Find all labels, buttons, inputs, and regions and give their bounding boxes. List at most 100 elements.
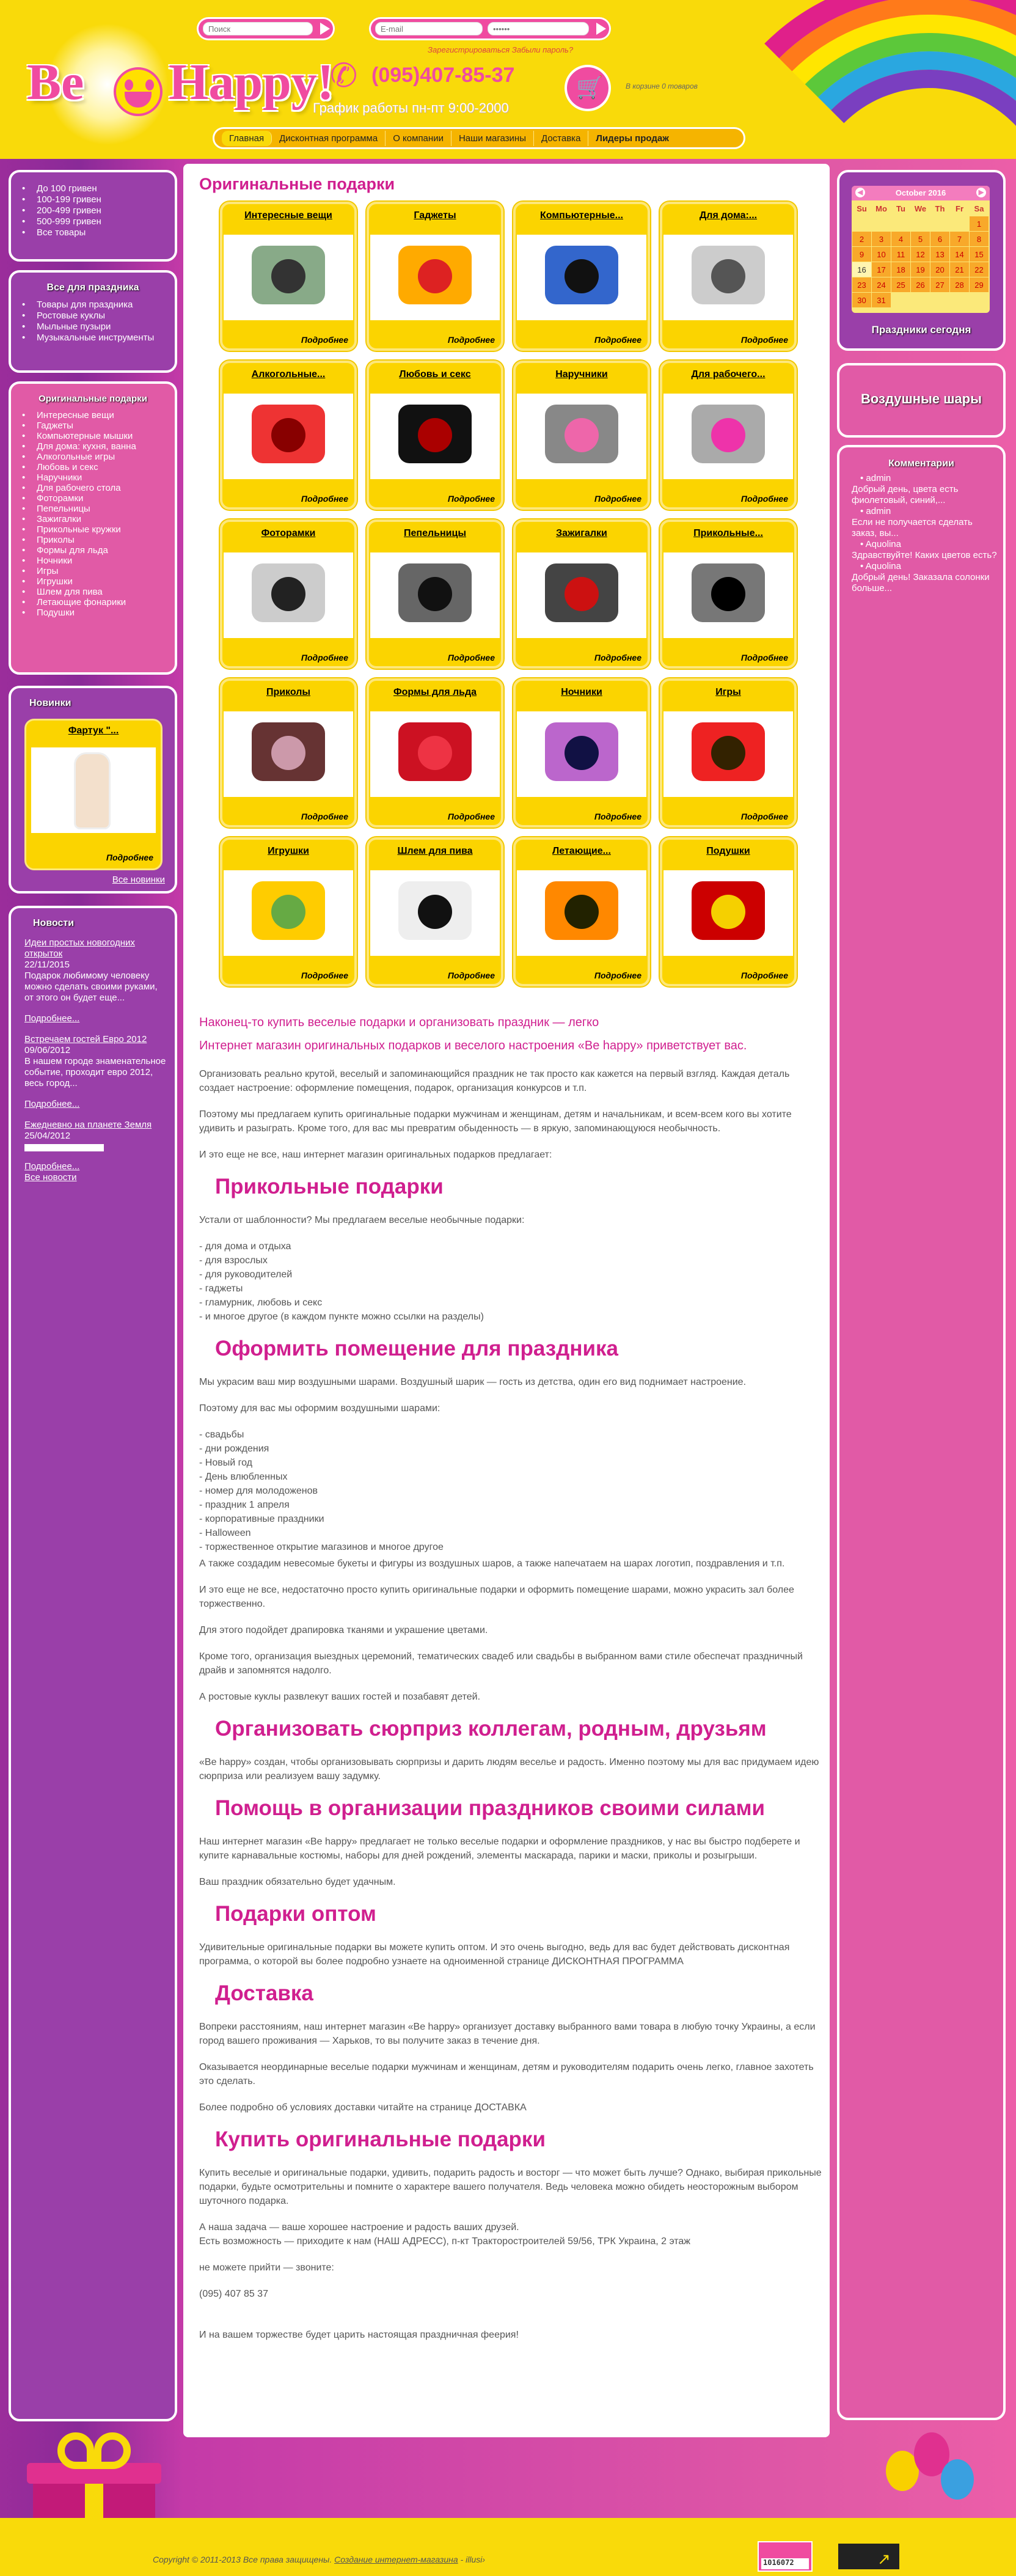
novelty-card[interactable]: Фартук "... Подробнее — [24, 719, 163, 870]
gift-category-link[interactable]: Игрушки — [17, 576, 169, 587]
gift-category-link[interactable]: Фоторамки — [17, 493, 169, 504]
email-field[interactable] — [375, 22, 483, 35]
gift-category-link[interactable]: Приколы — [17, 535, 169, 545]
calendar-day[interactable]: 21 — [950, 262, 969, 277]
mail-ru-counter[interactable]: 1016072 — [758, 2541, 813, 2572]
category-more-link[interactable]: Подробнее — [741, 494, 788, 504]
category-more-link[interactable]: Подробнее — [301, 494, 348, 504]
category-title[interactable]: Для рабочего... — [662, 369, 794, 380]
category-title[interactable]: Пепельницы — [369, 528, 501, 539]
category-more-link[interactable]: Подробнее — [594, 335, 641, 345]
gift-category-link[interactable]: Формы для льда — [17, 545, 169, 556]
gift-category-link[interactable]: Компьютерные мышки — [17, 431, 169, 441]
search-input[interactable] — [203, 22, 313, 35]
cart-button[interactable]: 🛒 — [567, 67, 609, 109]
category-more-link[interactable]: Подробнее — [594, 494, 641, 504]
category-more-link[interactable]: Подробнее — [448, 971, 495, 980]
gift-category-link[interactable]: Алкогольные игры — [17, 452, 169, 462]
calendar-day[interactable]: 20 — [930, 262, 949, 277]
password-field[interactable] — [488, 22, 589, 35]
balloons-box[interactable]: Воздушные шары — [837, 363, 1006, 438]
calendar-day[interactable]: 4 — [891, 232, 910, 246]
calendar-day[interactable]: 30 — [852, 293, 871, 307]
price-link[interactable]: 100-199 гривен — [17, 194, 165, 205]
calendar-day[interactable]: 5 — [911, 232, 930, 246]
category-title[interactable]: Компьютерные... — [516, 210, 648, 221]
holidays-today-link[interactable]: Праздники сегодня — [839, 324, 1003, 336]
category-card[interactable]: Любовь и секс Подробнее — [367, 361, 503, 510]
gift-category-link[interactable]: Прикольные кружки — [17, 524, 169, 535]
calendar-day[interactable]: 15 — [970, 247, 989, 262]
gift-category-link[interactable]: Для дома: кухня, ванна — [17, 441, 169, 452]
price-link[interactable]: 500-999 гривен — [17, 216, 165, 227]
category-card[interactable]: Летающие... Подробнее — [513, 837, 650, 986]
category-more-link[interactable]: Подробнее — [594, 812, 641, 821]
category-title[interactable]: Для дома:... — [662, 210, 794, 221]
category-image[interactable] — [370, 552, 500, 638]
category-title[interactable]: Приколы — [222, 687, 354, 698]
gift-category-link[interactable]: Гаджеты — [17, 420, 169, 431]
menu-item-home[interactable]: Главная — [222, 130, 272, 146]
calendar-day[interactable]: 25 — [891, 277, 910, 292]
calendar-day[interactable]: 6 — [930, 232, 949, 246]
login-arrow-icon[interactable] — [596, 23, 606, 35]
category-card[interactable]: Компьютерные... Подробнее — [513, 202, 650, 351]
comment-text[interactable]: Добрый день! Заказала солонки больше... — [852, 572, 998, 594]
category-title[interactable]: Наручники — [516, 369, 648, 380]
menu-item-about[interactable]: О компании — [386, 130, 451, 146]
category-title[interactable]: Гаджеты — [369, 210, 501, 221]
category-more-link[interactable]: Подробнее — [741, 812, 788, 821]
category-image[interactable] — [370, 394, 500, 479]
novelty-more-link[interactable]: Подробнее — [106, 853, 153, 862]
category-card[interactable]: Подушки Подробнее — [660, 837, 797, 986]
price-link[interactable]: 200-499 гривен — [17, 205, 165, 216]
category-title[interactable]: Интересные вещи — [222, 210, 354, 221]
calendar-day[interactable]: 12 — [911, 247, 930, 262]
calendar-day[interactable]: 16 — [852, 262, 871, 277]
balloons-link[interactable]: Воздушные шары — [839, 391, 1003, 407]
calendar-next-icon[interactable]: ▶ — [976, 188, 986, 197]
calendar-day[interactable]: 11 — [891, 247, 910, 262]
search-arrow-icon[interactable] — [320, 23, 330, 35]
calendar-day[interactable]: 3 — [872, 232, 891, 246]
category-more-link[interactable]: Подробнее — [301, 653, 348, 662]
category-image[interactable] — [517, 711, 646, 797]
category-image[interactable] — [517, 235, 646, 320]
category-image[interactable] — [517, 552, 646, 638]
partner-badge[interactable]: ↗ — [837, 2542, 901, 2570]
category-title[interactable]: Прикольные... — [662, 528, 794, 539]
category-card[interactable]: Прикольные... Подробнее — [660, 519, 797, 669]
category-more-link[interactable]: Подробнее — [594, 971, 641, 980]
gift-category-link[interactable]: Пепельницы — [17, 504, 169, 514]
category-title[interactable]: Фоторамки — [222, 528, 354, 539]
category-card[interactable]: Зажигалки Подробнее — [513, 519, 650, 669]
category-image[interactable] — [224, 235, 353, 320]
calendar-day[interactable]: 18 — [891, 262, 910, 277]
category-more-link[interactable]: Подробнее — [594, 653, 641, 662]
news-link[interactable]: Встречаем гостей Евро 2012 — [24, 1034, 169, 1045]
calendar-day[interactable]: 2 — [852, 232, 871, 246]
gift-category-link[interactable]: Любовь и секс — [17, 462, 169, 472]
price-link[interactable]: До 100 гривен — [17, 183, 165, 194]
category-image[interactable] — [663, 394, 793, 479]
gift-category-link[interactable]: Интересные вещи — [17, 410, 169, 420]
calendar-day[interactable]: 29 — [970, 277, 989, 292]
news-more-link[interactable]: Подробнее... — [24, 1099, 169, 1110]
calendar-day[interactable]: 28 — [950, 277, 969, 292]
forgot-password-link[interactable]: Забыли пароль? — [512, 45, 573, 54]
category-title[interactable]: Шлем для пива — [369, 846, 501, 857]
category-more-link[interactable]: Подробнее — [741, 971, 788, 980]
category-card[interactable]: Пепельницы Подробнее — [367, 519, 503, 669]
news-link[interactable]: Ежедневно на планете Земля — [24, 1120, 169, 1131]
category-more-link[interactable]: Подробнее — [301, 812, 348, 821]
register-link[interactable]: Зарегистрироваться — [428, 45, 510, 54]
comment-text[interactable]: Добрый день, цвета есть фиолетовый, сини… — [852, 484, 998, 506]
holiday-link[interactable]: Мыльные пузыри — [17, 321, 169, 332]
category-image[interactable] — [517, 870, 646, 956]
category-card[interactable]: Приколы Подробнее — [220, 678, 357, 827]
calendar-day[interactable]: 26 — [911, 277, 930, 292]
comment-text[interactable]: Если не получается сделать заказ, вы... — [852, 517, 998, 539]
menu-item-shops[interactable]: Наши магазины — [451, 130, 534, 146]
category-image[interactable] — [370, 711, 500, 797]
calendar-day[interactable]: 17 — [872, 262, 891, 277]
